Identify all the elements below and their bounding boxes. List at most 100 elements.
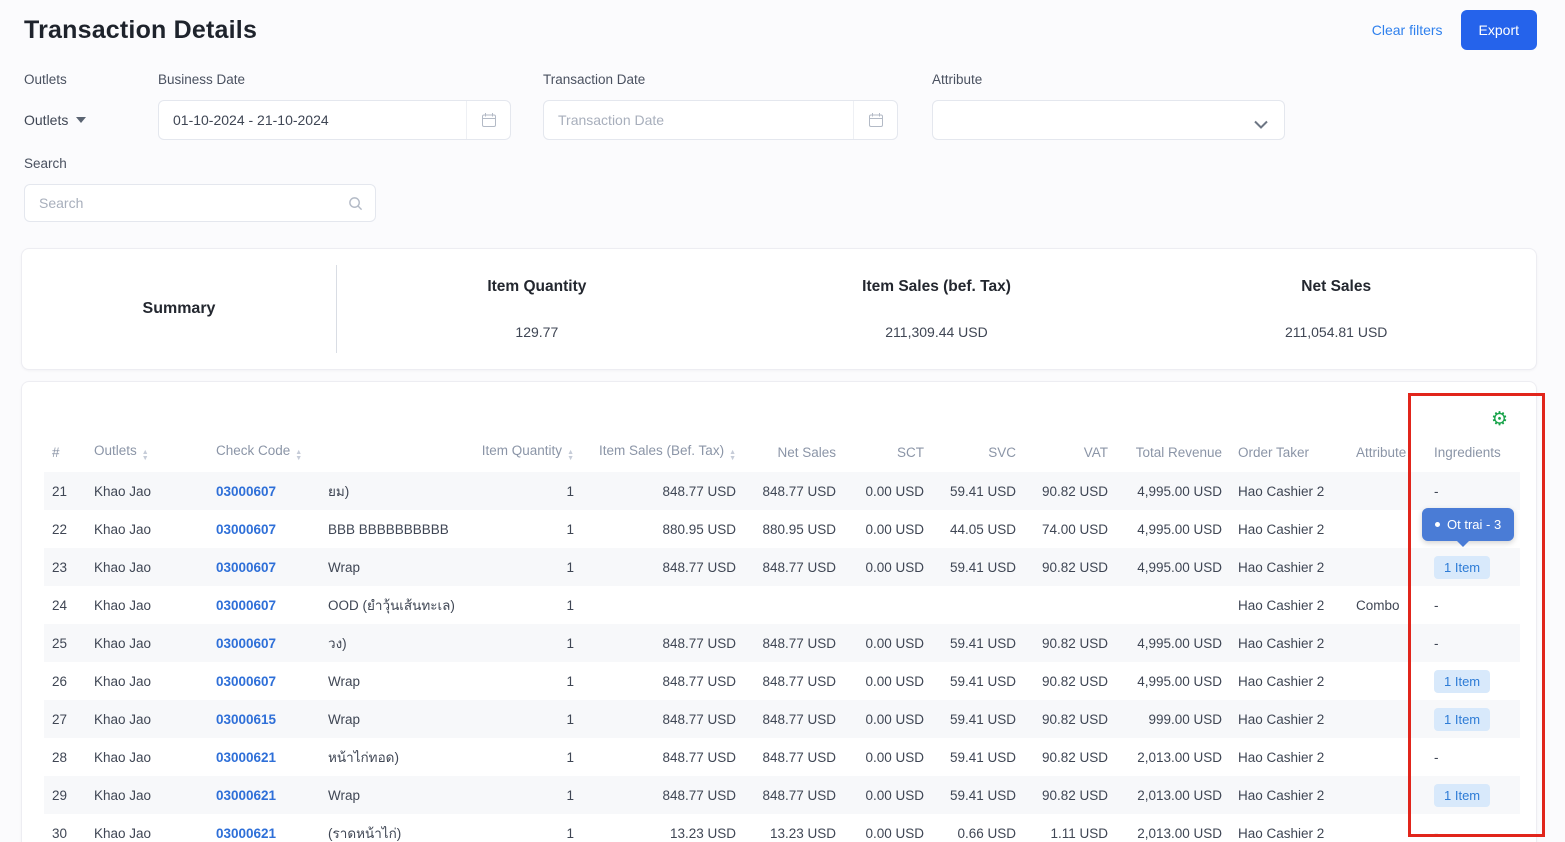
calendar-icon[interactable] xyxy=(466,101,510,139)
cell-attribute xyxy=(1348,624,1426,662)
cell-net_sales: 848.77 USD xyxy=(744,776,844,814)
search-input[interactable] xyxy=(25,195,335,211)
cell-item_sales: 880.95 USD xyxy=(582,510,744,548)
metric-item-quantity: Item Quantity 129.77 xyxy=(337,278,737,340)
metric-item-sales: Item Sales (bef. Tax) 211,309.44 USD xyxy=(737,278,1137,340)
cell-sct: 0.00 USD xyxy=(844,738,932,776)
business-date-input[interactable] xyxy=(159,112,466,128)
column-header-label: Attribute xyxy=(1356,445,1406,460)
cell-qty: 1 xyxy=(470,700,582,738)
transactions-table: #Outlets▲▼Check Code▲▼Item Quantity▲▼Ite… xyxy=(44,432,1520,842)
cell-item: BBB BBBBBBBBBB xyxy=(320,510,470,548)
gear-icon[interactable]: ⚙ xyxy=(1491,410,1508,429)
sort-arrows-icon[interactable]: ▲▼ xyxy=(142,450,149,462)
check-code-link[interactable]: 03000621 xyxy=(216,788,276,803)
cell-vat: 74.00 USD xyxy=(1024,510,1116,548)
summary-card: Summary Item Quantity 129.77 Item Sales … xyxy=(21,248,1537,370)
table-row: 22Khao Jao03000607BBB BBBBBBBBBB1880.95 … xyxy=(44,510,1520,548)
cell-item: (ราดหน้าไก่) xyxy=(320,814,470,842)
check-code-link[interactable]: 03000607 xyxy=(216,674,276,689)
cell-item_sales: 848.77 USD xyxy=(582,776,744,814)
cell-total_revenue: 4,995.00 USD xyxy=(1116,510,1230,548)
cell-item: Wrap xyxy=(320,776,470,814)
cell-qty: 1 xyxy=(470,662,582,700)
tooltip-text: Ot trai - 3 xyxy=(1447,517,1501,532)
cell-ingredients: Ot trai - 3 xyxy=(1426,510,1520,548)
cell-net_sales: 848.77 USD xyxy=(744,624,844,662)
cell-vat: 90.82 USD xyxy=(1024,472,1116,510)
cell-total_revenue: 4,995.00 USD xyxy=(1116,472,1230,510)
ingredients-item-badge[interactable]: 1 Item xyxy=(1434,784,1490,807)
ingredients-item-badge[interactable]: 1 Item xyxy=(1434,556,1490,579)
table-row: 21Khao Jao03000607ยม)1848.77 USD848.77 U… xyxy=(44,472,1520,510)
column-header-vat: VAT xyxy=(1024,432,1116,472)
cell-sct: 0.00 USD xyxy=(844,814,932,842)
cell-outlet: Khao Jao xyxy=(86,814,208,842)
cell-num: 28 xyxy=(44,738,86,776)
cell-qty: 1 xyxy=(470,776,582,814)
column-header-item_sales[interactable]: Item Sales (Bef. Tax)▲▼ xyxy=(582,432,744,472)
cell-total_revenue: 2,013.00 USD xyxy=(1116,738,1230,776)
column-header-label: VAT xyxy=(1084,445,1108,460)
cell-vat: 90.82 USD xyxy=(1024,700,1116,738)
cell-total_revenue: 4,995.00 USD xyxy=(1116,548,1230,586)
cell-attribute xyxy=(1348,700,1426,738)
check-code-link[interactable]: 03000615 xyxy=(216,712,276,727)
cell-qty: 1 xyxy=(470,548,582,586)
column-header-qty[interactable]: Item Quantity ▲▼ xyxy=(470,432,582,472)
check-code-link[interactable]: 03000607 xyxy=(216,522,276,537)
cell-total_revenue: 4,995.00 USD xyxy=(1116,624,1230,662)
check-code-link[interactable]: 03000607 xyxy=(216,484,276,499)
check-code-link[interactable]: 03000607 xyxy=(216,636,276,651)
column-header-label: Total Revenue xyxy=(1136,445,1222,460)
cell-qty: 1 xyxy=(470,738,582,776)
cell-attribute xyxy=(1348,814,1426,842)
sort-arrows-icon[interactable]: ▲▼ xyxy=(729,450,736,462)
column-header-check_code[interactable]: Check Code▲▼ xyxy=(208,432,320,472)
page: Transaction Details Clear filters Export… xyxy=(0,0,1565,842)
cell-item_sales xyxy=(582,586,744,624)
cell-ingredients: 1 Item xyxy=(1426,662,1520,700)
check-code-link[interactable]: 03000621 xyxy=(216,826,276,841)
cell-total_revenue xyxy=(1116,586,1230,624)
cell-qty: 1 xyxy=(470,510,582,548)
cell-ingredients: - xyxy=(1426,738,1520,776)
outlets-dropdown[interactable]: Outlets xyxy=(24,100,158,140)
check-code-link[interactable]: 03000607 xyxy=(216,598,276,613)
column-header-label: Item Quantity xyxy=(482,443,562,458)
metric-net-sales: Net Sales 211,054.81 USD xyxy=(1136,278,1536,340)
cell-qty: 1 xyxy=(470,624,582,662)
cell-sct: 0.00 USD xyxy=(844,548,932,586)
column-header-attribute: Attribute xyxy=(1348,432,1426,472)
cell-check_code: 03000607 xyxy=(208,472,320,510)
top-actions: Clear filters Export xyxy=(1372,10,1537,50)
transaction-date-input[interactable] xyxy=(544,112,853,128)
check-code-link[interactable]: 03000621 xyxy=(216,750,276,765)
sort-arrows-icon[interactable]: ▲▼ xyxy=(567,450,574,462)
cell-net_sales: 848.77 USD xyxy=(744,662,844,700)
column-header-label: # xyxy=(52,445,60,460)
cell-outlet: Khao Jao xyxy=(86,738,208,776)
cell-net_sales xyxy=(744,586,844,624)
cell-item_sales: 848.77 USD xyxy=(582,548,744,586)
cell-vat: 1.11 USD xyxy=(1024,814,1116,842)
column-header-sct: SCT xyxy=(844,432,932,472)
cell-item: หน้าไก่ทอด) xyxy=(320,738,470,776)
ingredients-tooltip: Ot trai - 3 xyxy=(1422,508,1514,541)
cell-num: 21 xyxy=(44,472,86,510)
ingredients-item-badge[interactable]: 1 Item xyxy=(1434,708,1490,731)
clear-filters-link[interactable]: Clear filters xyxy=(1372,22,1443,38)
check-code-link[interactable]: 03000607 xyxy=(216,560,276,575)
attribute-select[interactable] xyxy=(932,100,1285,140)
export-button[interactable]: Export xyxy=(1461,10,1537,50)
column-header-total_revenue: Total Revenue xyxy=(1116,432,1230,472)
table-row: 26Khao Jao03000607Wrap1848.77 USD848.77 … xyxy=(44,662,1520,700)
calendar-icon[interactable] xyxy=(853,101,897,139)
table-row: 27Khao Jao03000615Wrap1848.77 USD848.77 … xyxy=(44,700,1520,738)
ingredients-item-badge[interactable]: 1 Item xyxy=(1434,670,1490,693)
column-header-label: Ingredients xyxy=(1434,445,1501,460)
cell-qty: 1 xyxy=(470,472,582,510)
column-header-outlet[interactable]: Outlets▲▼ xyxy=(86,432,208,472)
sort-arrows-icon[interactable]: ▲▼ xyxy=(295,450,302,462)
transaction-date-label: Transaction Date xyxy=(543,72,898,87)
